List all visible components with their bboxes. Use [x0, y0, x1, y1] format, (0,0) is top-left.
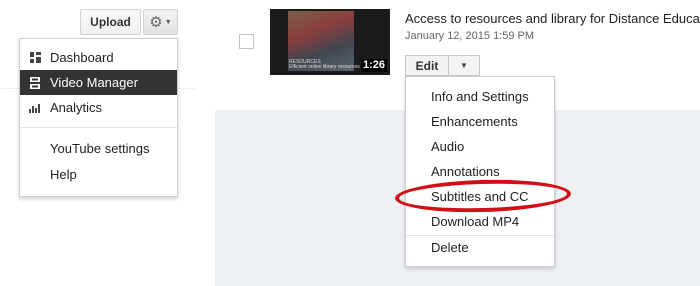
menu-item-info-and-settings[interactable]: Info and Settings [431, 89, 529, 104]
menu-item-label: Video Manager [50, 75, 138, 90]
video-manager-icon [20, 76, 50, 89]
video-date: January 12, 2015 1:59 PM [405, 30, 535, 42]
edit-button[interactable]: Edit [405, 55, 449, 76]
menu-item-enhancements[interactable]: Enhancements [431, 114, 518, 129]
chevron-down-icon: ▼ [460, 61, 468, 70]
video-title[interactable]: Access to resources and library for Dist… [405, 11, 700, 26]
edit-label: Edit [415, 58, 439, 73]
upload-button[interactable]: Upload [80, 9, 141, 35]
menu-item-analytics[interactable]: Analytics [20, 95, 177, 120]
edit-menu: Info and Settings Enhancements Audio Ann… [405, 76, 555, 267]
menu-item-youtube-settings[interactable]: YouTube settings [50, 141, 150, 156]
analytics-icon [20, 103, 50, 113]
gear-icon: ⚙ [149, 13, 163, 31]
menu-item-audio[interactable]: Audio [431, 139, 464, 154]
menu-item-annotations[interactable]: Annotations [431, 164, 500, 179]
video-duration: 1:26 [360, 59, 387, 72]
video-select-checkbox[interactable] [239, 34, 254, 49]
settings-button[interactable]: ⚙ ▼ [143, 9, 178, 35]
menu-item-download-mp4[interactable]: Download MP4 [431, 214, 519, 229]
menu-item-label: Analytics [50, 100, 103, 115]
menu-item-label: Dashboard [50, 50, 114, 65]
edit-dropdown-toggle[interactable]: ▼ [449, 55, 480, 76]
chevron-down-icon: ▼ [164, 18, 172, 26]
thumbnail-caption: Efficient online library resources [289, 64, 360, 70]
menu-divider [406, 235, 554, 236]
menu-item-video-manager[interactable]: Video Manager [20, 70, 177, 95]
menu-item-help[interactable]: Help [50, 167, 77, 182]
menu-item-dashboard[interactable]: Dashboard [20, 45, 177, 70]
account-menu: Dashboard Video Manager Analytics YouTub… [19, 38, 178, 197]
video-thumbnail[interactable]: RESOURCES Efficient online library resou… [270, 9, 390, 75]
dashboard-icon [20, 52, 50, 63]
upload-label: Upload [90, 15, 131, 29]
menu-item-delete[interactable]: Delete [431, 240, 469, 255]
menu-divider [20, 127, 177, 128]
